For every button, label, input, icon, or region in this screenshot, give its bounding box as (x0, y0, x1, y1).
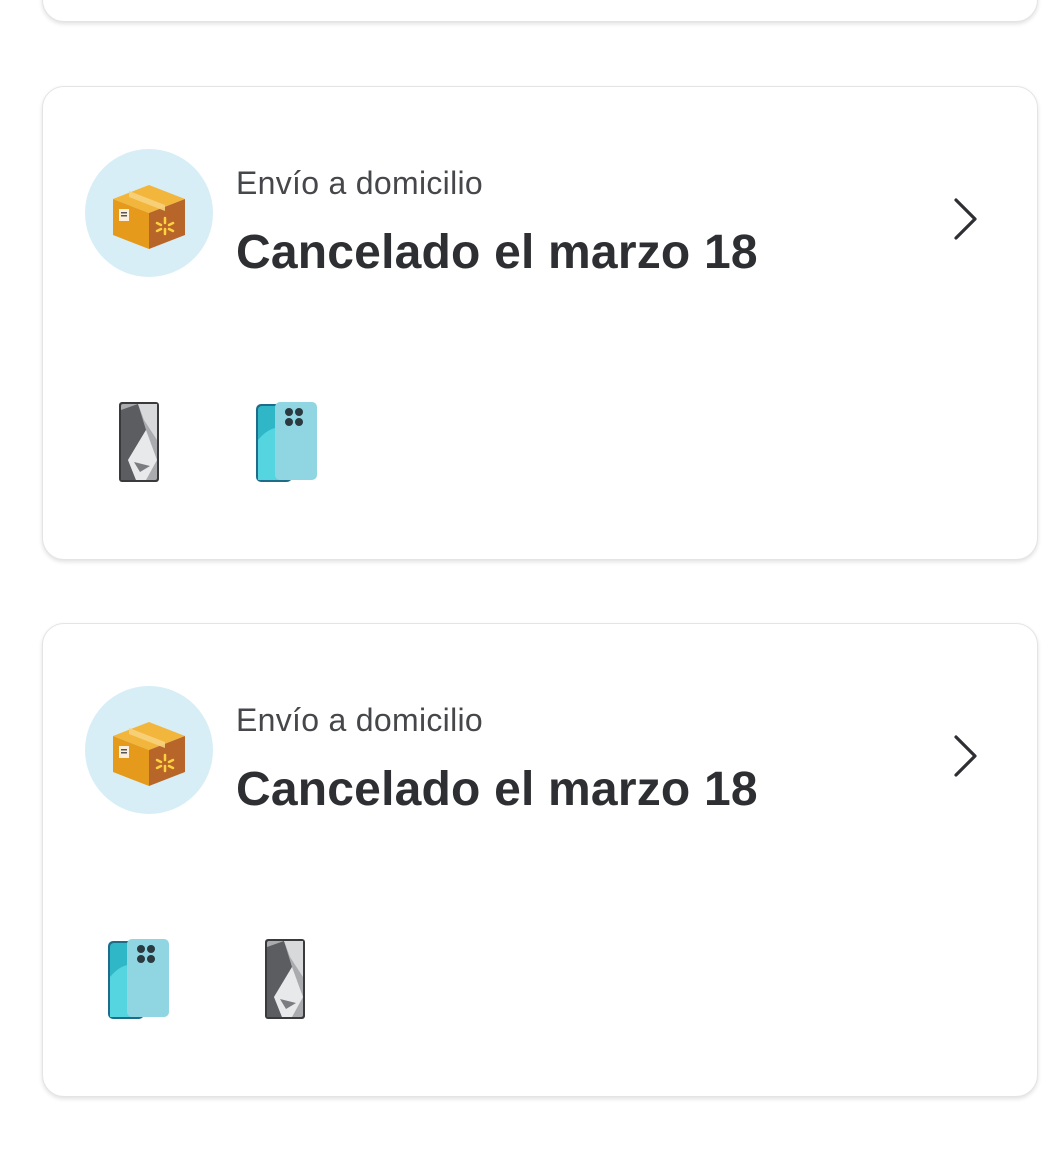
phone-blue-icon (256, 402, 317, 482)
phone-blue-icon (108, 939, 169, 1019)
delivery-type-label: Envío a domicilio (236, 165, 483, 201)
order-card[interactable]: Envío a domicilio Cancelado el marzo 18 (42, 623, 1038, 1097)
phone-dark-icon (265, 939, 305, 1019)
order-card[interactable]: Envío a domicilio Cancelado el marzo 18 (42, 86, 1038, 560)
product-thumbnail-phone-dark[interactable] (89, 392, 189, 492)
delivery-type-label: Envío a domicilio (236, 702, 483, 738)
chevron-right-icon[interactable] (943, 732, 987, 780)
product-thumbnail-phone-blue[interactable] (89, 929, 189, 1029)
product-thumbnail-phone-dark[interactable] (235, 929, 335, 1029)
phone-dark-icon (119, 402, 159, 482)
delivery-box-icon (85, 686, 213, 814)
delivery-box-icon (85, 149, 213, 277)
orders-page: Envío a domicilio Cancelado el marzo 18 (0, 0, 1064, 1157)
chevron-right-icon[interactable] (943, 195, 987, 243)
order-status: Cancelado el marzo 18 (236, 763, 758, 816)
order-card-previous[interactable] (42, 0, 1038, 22)
order-status: Cancelado el marzo 18 (236, 226, 758, 279)
product-thumbnail-phone-blue[interactable] (237, 392, 337, 492)
